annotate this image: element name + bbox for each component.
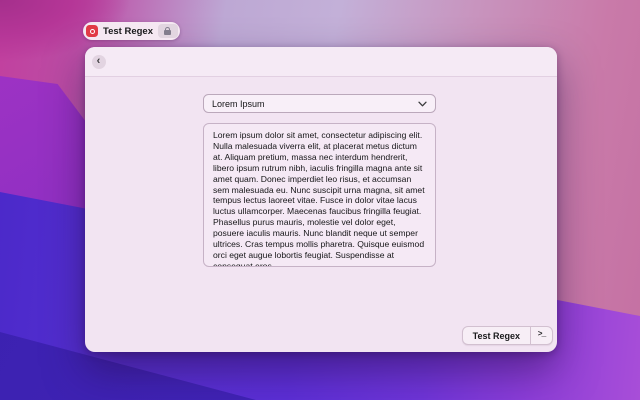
shortcut-tab-label: Test Regex xyxy=(103,26,153,37)
window-header: ‹ xyxy=(85,47,557,77)
sample-text-dropdown[interactable]: Lorem Ipsum xyxy=(203,94,436,113)
app-window: ‹ Lorem Ipsum Lorem ipsum dolor sit amet… xyxy=(85,47,557,352)
shortcut-tab[interactable]: Test Regex xyxy=(83,22,180,40)
footer-button-group: Test Regex >_ xyxy=(462,326,553,345)
test-regex-button[interactable]: Test Regex xyxy=(463,327,530,344)
terminal-button[interactable]: >_ xyxy=(531,327,552,344)
lock-button[interactable] xyxy=(158,24,178,38)
chevron-down-icon xyxy=(418,101,427,107)
dropdown-selected-value: Lorem Ipsum xyxy=(212,99,418,109)
desktop: Test Regex ‹ Lorem Ipsum Lorem ipsum dol… xyxy=(0,0,640,400)
back-button[interactable]: ‹ xyxy=(92,55,106,69)
record-dot-icon xyxy=(86,25,98,37)
test-text-input[interactable]: Lorem ipsum dolor sit amet, consectetur … xyxy=(203,123,436,267)
